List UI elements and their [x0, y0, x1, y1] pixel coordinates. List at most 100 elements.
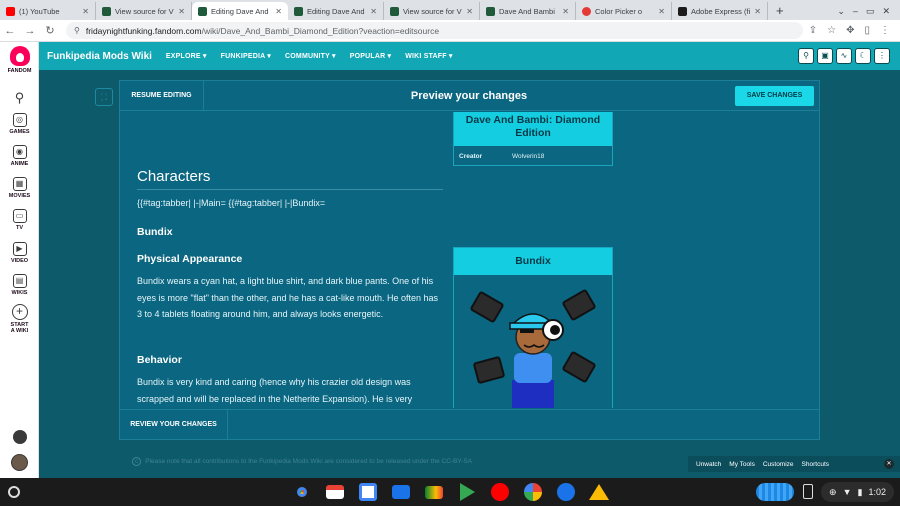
browser-tab[interactable]: View source for V ✕ [384, 2, 480, 20]
preview-content: Dave And Bambi: Diamond Edition Creator … [120, 112, 819, 408]
infobox-value: Wolverin18 [512, 152, 545, 160]
theme-toggle-icon[interactable]: ☾ [855, 48, 871, 64]
drive-app-icon[interactable] [587, 482, 611, 502]
rail-item-anime[interactable]: ◉ ANIME [0, 145, 39, 167]
close-tab-icon[interactable]: ✕ [275, 7, 282, 16]
review-changes-button[interactable]: REVIEW YOUR CHANGES [120, 410, 228, 439]
close-tab-icon[interactable]: ✕ [658, 7, 665, 16]
messages-app-icon[interactable] [554, 482, 578, 502]
nav-popular[interactable]: POPULAR ▾ [350, 52, 391, 60]
anime-icon: ◉ [12, 145, 27, 159]
notifications-button[interactable] [0, 430, 39, 444]
browser-tab[interactable]: Color Picker o ✕ [576, 2, 672, 20]
close-tab-icon[interactable]: ✕ [562, 7, 569, 16]
fullscreen-icon[interactable]: ⛶ [95, 88, 113, 106]
back-icon[interactable]: ← [0, 25, 20, 37]
wiki-header: Funkipedia Mods Wiki EXPLORE ▾ FUNKIPEDI… [39, 42, 900, 70]
phone-hub-icon[interactable] [756, 483, 794, 501]
status-tray[interactable]: ⊕ ▼ ▮ 1:02 [821, 482, 894, 502]
browser-tab[interactable]: (1) YouTube ✕ [0, 2, 96, 20]
resume-editing-button[interactable]: RESUME EDITING [120, 81, 204, 111]
infobox-title: Dave And Bambi: Diamond Edition [454, 112, 612, 146]
rail-item-games[interactable]: ◎ GAMES [0, 113, 39, 135]
clock: 1:02 [868, 487, 886, 497]
rail-item-movies[interactable]: ▦ MOVIES [0, 177, 39, 199]
infobox-character: Bundix [453, 247, 613, 408]
infobox-title: Bundix [454, 248, 612, 275]
tablet [473, 356, 505, 384]
site-info-icon[interactable]: ⚲ [74, 26, 80, 35]
bookmark-star-icon[interactable]: ☆ [827, 25, 836, 36]
controller-icon: ◎ [12, 113, 27, 127]
tabber-markup-text: {{#tag:tabber| |-|Main= {{#tag:tabber| |… [137, 198, 326, 208]
close-icon[interactable]: ✕ [884, 459, 894, 469]
browser-tab[interactable]: Adobe Express (fi ✕ [672, 2, 768, 20]
discussions-icon[interactable]: ▣ [817, 48, 833, 64]
browser-tab[interactable]: Editing Dave And ✕ [288, 2, 384, 20]
tablet [470, 291, 504, 323]
phone-icon[interactable] [803, 484, 813, 499]
calendar-app-icon[interactable] [356, 482, 380, 502]
fandom-favicon-icon [198, 6, 207, 16]
youtube-icon [6, 6, 15, 16]
close-tab-icon[interactable]: ✕ [178, 7, 185, 16]
wiki-name[interactable]: Funkipedia Mods Wiki [39, 51, 152, 62]
more-icon[interactable]: ⋮ [874, 48, 890, 64]
fandom-logo[interactable]: FANDOM [0, 46, 39, 74]
my-tools-button[interactable]: My Tools [729, 461, 755, 468]
chrome-app-icon[interactable] [290, 482, 314, 502]
browser-tab[interactable]: View source for V ✕ [96, 2, 192, 20]
meet-app-icon[interactable] [422, 482, 446, 502]
address-bar[interactable]: ⚲ fridaynightfunking.fandom.com/wiki/Dav… [66, 22, 803, 39]
rail-item-tv[interactable]: ▭ TV [0, 209, 39, 231]
customize-button[interactable]: Customize [763, 461, 794, 468]
play-store-app-icon[interactable] [455, 482, 479, 502]
fandom-flame-icon [9, 46, 30, 66]
files-app-icon[interactable] [389, 482, 413, 502]
share-icon[interactable]: ⇪ [809, 25, 817, 36]
photos-app-icon[interactable] [521, 482, 545, 502]
menu-kebab-icon[interactable]: ⋮ [880, 25, 890, 36]
nav-explore[interactable]: EXPLORE ▾ [166, 52, 207, 60]
browser-tab-active[interactable]: Editing Dave And ✕ [192, 2, 288, 20]
forward-icon[interactable]: → [20, 25, 40, 37]
launcher-icon[interactable] [8, 486, 20, 498]
close-tab-icon[interactable]: ✕ [754, 7, 761, 16]
close-tab-icon[interactable]: ✕ [466, 7, 473, 16]
new-tab-button[interactable]: + [768, 2, 792, 20]
shortcuts-button[interactable]: Shortcuts [802, 461, 829, 468]
activity-icon[interactable]: ∿ [836, 48, 852, 64]
notifications-icon [12, 430, 27, 444]
user-avatar[interactable] [0, 454, 39, 471]
wiki-toolbar: Unwatch My Tools Customize Shortcuts ✕ [688, 456, 900, 472]
battery-icon: ▮ [857, 486, 863, 497]
reload-icon[interactable]: ↻ [40, 24, 60, 37]
side-panel-icon[interactable]: ▯ [864, 25, 870, 36]
search-icon: ⚲ [14, 90, 25, 105]
url-domain: fridaynightfunking.fandom.com [85, 25, 202, 36]
tab-search-icon[interactable]: ⌄ [837, 6, 845, 17]
minimize-icon[interactable]: – [853, 6, 858, 16]
search-icon[interactable]: ⚲ [798, 48, 814, 64]
close-tab-icon[interactable]: ✕ [82, 7, 89, 16]
close-tab-icon[interactable]: ✕ [370, 7, 377, 16]
rail-item-start-a-wiki[interactable]: + START A WIKI [0, 304, 39, 334]
character-name-heading: Bundix [137, 226, 173, 238]
browser-tab[interactable]: Dave And Bambi ✕ [480, 2, 576, 20]
rail-item-wikis[interactable]: ▤ WIKIS [0, 274, 39, 296]
rail-item-video[interactable]: ▶ VIDEO [0, 242, 39, 264]
unwatch-button[interactable]: Unwatch [696, 461, 721, 468]
close-window-icon[interactable]: ✕ [882, 6, 890, 17]
nav-wiki-staff[interactable]: WIKI STAFF ▾ [405, 52, 452, 60]
infobox-key: Creator [459, 152, 483, 160]
infobox-mod: Dave And Bambi: Diamond Edition Creator … [453, 112, 613, 166]
youtube-app-icon[interactable] [488, 482, 512, 502]
maximize-icon[interactable]: ▭ [866, 6, 875, 17]
nav-community[interactable]: COMMUNITY ▾ [285, 52, 336, 60]
gmail-app-icon[interactable] [323, 482, 347, 502]
extensions-icon[interactable]: ✥ [846, 25, 854, 36]
nav-funkipedia[interactable]: FUNKIPEDIA ▾ [221, 52, 271, 60]
paragraph: Bundix is very kind and caring (hence wh… [137, 377, 413, 404]
search-button[interactable]: ⚲ [0, 90, 39, 106]
save-changes-button[interactable]: SAVE CHANGES [735, 86, 814, 106]
